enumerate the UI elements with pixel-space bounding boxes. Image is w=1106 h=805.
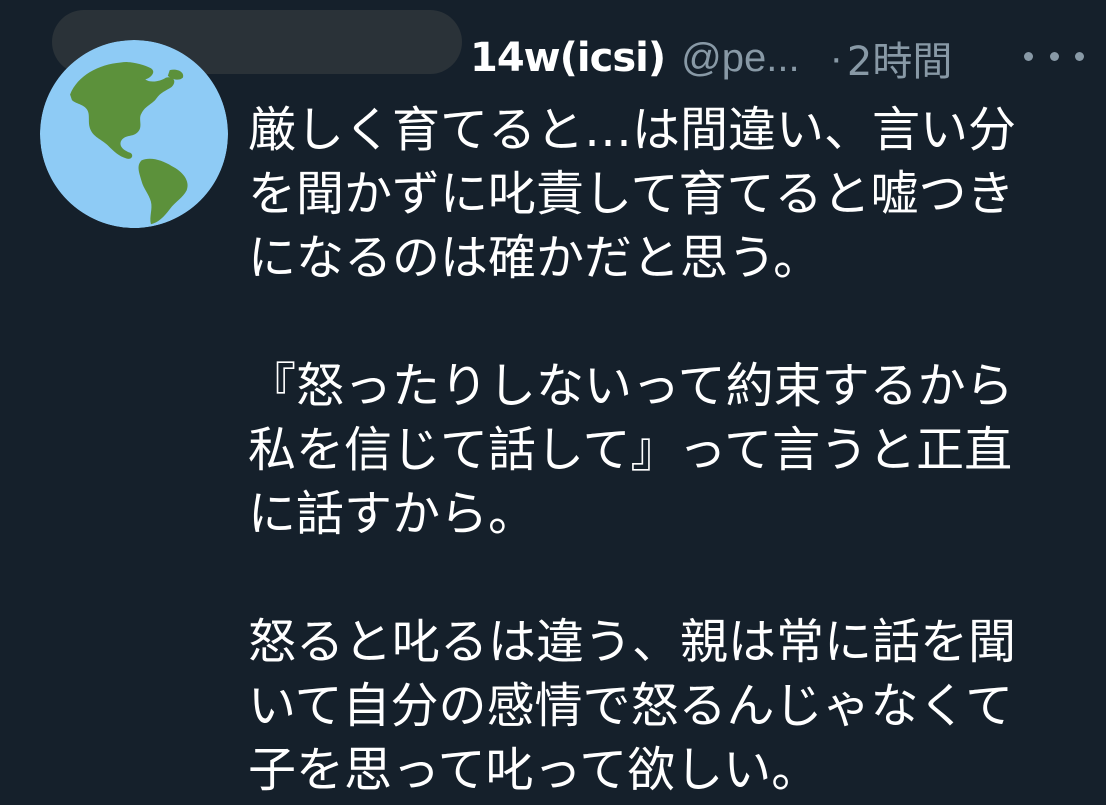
- globe-americas-icon: [40, 40, 228, 228]
- tweet-text-line: [248, 546, 1068, 610]
- tweet-text-line: 厳しく育てると…は間違い、言い分: [248, 102, 1017, 158]
- more-options-icon[interactable]: [1024, 44, 1084, 68]
- tweet-text-line: [248, 290, 1068, 354]
- tweet-text-line: いて自分の感情で怒るんじゃなくて: [248, 678, 1014, 734]
- tweet-text: 厳しく育てると…は間違い、言い分 を聞かずに叱責して育てると嘘つき になるのは確…: [248, 98, 1068, 802]
- tweet-text-line: 子を思って叱って欲しい。: [248, 742, 820, 798]
- tweet-text-line: 私を信じて話して』って言うと正直: [248, 422, 1013, 478]
- tweet-timestamp[interactable]: 2時間: [847, 29, 952, 87]
- avatar[interactable]: [40, 40, 228, 228]
- tweet-text-line: 『怒ったりしないって約束するから: [248, 358, 1014, 414]
- author-handle[interactable]: @pe...: [681, 36, 799, 81]
- tweet-text-line: を聞かずに叱責して育てると嘘つき: [248, 166, 1015, 222]
- more-dot: [1024, 51, 1033, 61]
- header-separator: ·: [829, 35, 843, 80]
- tweet-text-line: になるのは確かだと思う。: [248, 230, 822, 286]
- author-display-name[interactable]: 14w(icsi): [470, 35, 666, 81]
- tweet-text-line: に話すから。: [248, 486, 537, 542]
- more-dot: [1049, 51, 1059, 61]
- more-dot: [1075, 51, 1084, 61]
- tweet-header: 14w(icsi) @pe... · 2時間: [470, 28, 952, 88]
- tweet-text-line: 怒ると叱るは違う、親は常に話を聞: [248, 614, 1017, 670]
